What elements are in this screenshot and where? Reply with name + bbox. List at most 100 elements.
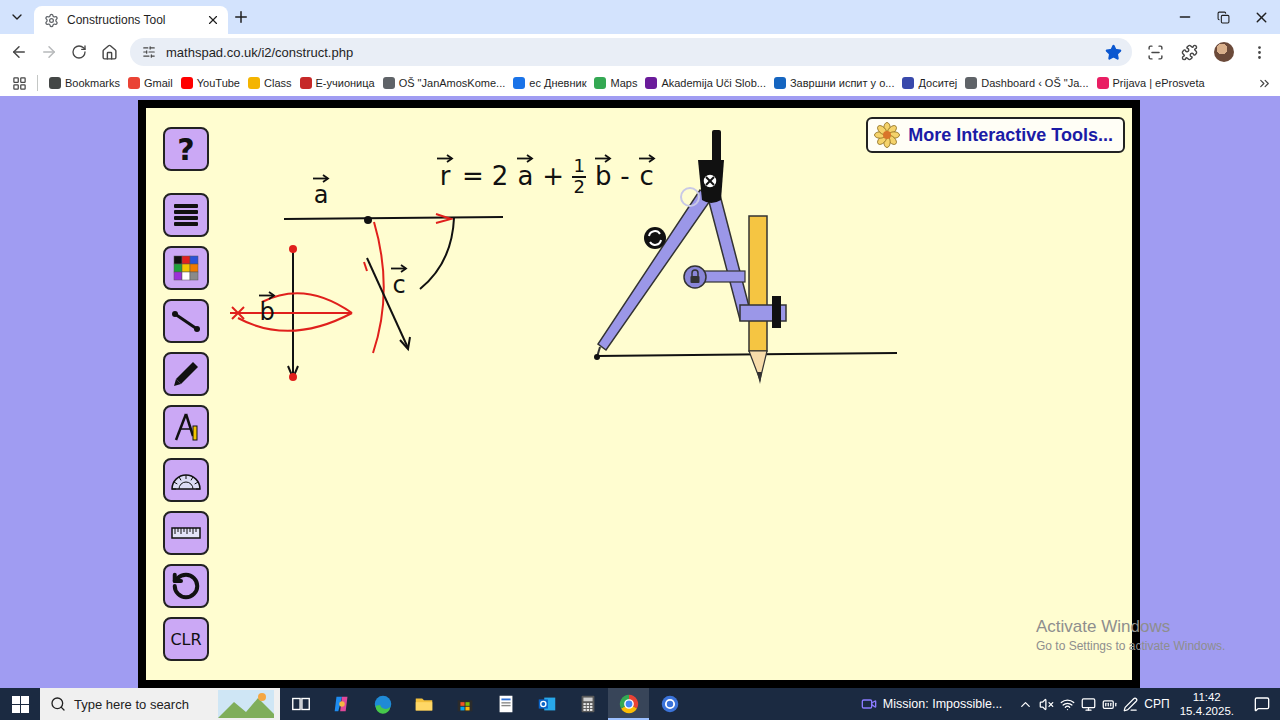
media-widget[interactable]: Mission: Impossible... <box>861 688 1002 720</box>
bookmark-label: YouTube <box>197 77 240 89</box>
bookmark[interactable]: Bookmarks <box>46 75 123 91</box>
cross-mark <box>232 307 244 319</box>
compass-tool-button[interactable] <box>163 405 209 449</box>
bookmark[interactable]: OŠ "JanAmosKome... <box>380 75 509 91</box>
lines-tool-button[interactable] <box>163 193 209 237</box>
compass-icon[interactable] <box>594 130 786 384</box>
bookmark[interactable]: Class <box>245 75 295 91</box>
bookmark[interactable]: Завршни испит у о... <box>771 75 898 91</box>
bookmark-label: Class <box>264 77 292 89</box>
back-button[interactable] <box>4 37 34 67</box>
edge-taskbar-button[interactable] <box>362 688 403 720</box>
chrome-taskbar-button[interactable] <box>608 688 649 720</box>
pencil-tool-button[interactable] <box>163 352 209 396</box>
browser-tab[interactable]: Constructions Tool <box>34 6 228 34</box>
tab-title: Constructions Tool <box>67 13 198 27</box>
language-indicator[interactable]: СРП <box>1144 697 1169 711</box>
favicon-icon <box>181 77 193 89</box>
search-placeholder: Type here to search <box>74 697 210 712</box>
clock-date: 15.4.2025. <box>1180 704 1234 718</box>
watermark-subtitle: Go to Settings to activate Windows. <box>1036 639 1225 653</box>
outlook-taskbar-button[interactable] <box>526 688 567 720</box>
favicon-icon <box>774 77 786 89</box>
help-tool-button[interactable]: ? <box>163 127 209 171</box>
equation-vector: c <box>638 154 656 189</box>
bookmark[interactable]: Prijava | eProsveta <box>1094 75 1208 91</box>
construction-canvas: ?CLRabcr=2a+12b-cMore Interactive Tools.… <box>138 100 1140 688</box>
clock[interactable]: 11:4215.4.2025. <box>1176 690 1238 719</box>
reload-button[interactable] <box>64 37 94 67</box>
calculator-taskbar-button[interactable] <box>567 688 608 720</box>
video-icon <box>861 696 877 712</box>
bookmark[interactable]: YouTube <box>178 75 243 91</box>
minimize-button[interactable] <box>1166 0 1204 34</box>
bookmark[interactable]: Akademija Uči Slob... <box>642 75 769 91</box>
app-taskbar-button[interactable] <box>649 688 690 720</box>
menu-button[interactable] <box>1244 37 1274 67</box>
url-text: mathspad.co.uk/i2/construct.php <box>166 45 1095 60</box>
close-icon[interactable] <box>206 13 220 27</box>
new-tab-button[interactable] <box>228 4 254 30</box>
equation-letter: a <box>517 163 533 189</box>
address-bar[interactable]: mathspad.co.uk/i2/construct.php <box>130 38 1132 66</box>
bookmark[interactable]: ес Дневник <box>510 75 589 91</box>
red-arc <box>373 222 384 353</box>
volume-icon[interactable] <box>1039 697 1054 712</box>
equation-symbol: + <box>542 163 564 189</box>
denominator: 2 <box>573 178 584 197</box>
arrow-right-icon <box>40 43 58 61</box>
taskview-taskbar-button[interactable] <box>280 688 321 720</box>
pencil-icon <box>169 357 203 391</box>
monitor-icon[interactable] <box>1081 697 1096 712</box>
bookmark[interactable]: Е-учионица <box>297 75 378 91</box>
calculator-icon <box>577 693 599 715</box>
notifications-button[interactable] <box>1244 688 1280 720</box>
colors-tool-button[interactable] <box>163 246 209 290</box>
bookmarks-bar: BookmarksGmail YouTube Class Е-учионицаOŠ "… <box>0 70 1280 96</box>
chevron-up-icon[interactable] <box>1018 697 1033 712</box>
bookmark[interactable]: Gmail <box>125 75 176 91</box>
bookmark-label: Akademija Uči Slob... <box>661 77 766 89</box>
extensions-button[interactable] <box>1174 37 1204 67</box>
toolbar-actions <box>1140 37 1274 67</box>
protractor-tool-button[interactable] <box>163 458 209 502</box>
apps-grid-icon[interactable] <box>12 76 27 91</box>
vector-letter: c <box>392 273 405 297</box>
equation-vector: a <box>516 154 534 189</box>
close-window-button[interactable] <box>1242 0 1280 34</box>
home-button[interactable] <box>94 37 124 67</box>
copilot-taskbar-button[interactable] <box>321 688 362 720</box>
bookmark[interactable]: Доситеј <box>899 75 960 91</box>
star-icon[interactable] <box>1105 44 1122 61</box>
more-tools-button[interactable]: More Interactive Tools... <box>866 117 1125 153</box>
scan-button[interactable] <box>1140 37 1170 67</box>
taskbar-search[interactable]: Type here to search <box>40 688 280 720</box>
start-button[interactable] <box>0 688 40 720</box>
store-taskbar-button[interactable] <box>444 688 485 720</box>
notepad-taskbar-button[interactable] <box>485 688 526 720</box>
equation-symbol: - <box>620 163 629 189</box>
more-bookmarks-button[interactable] <box>1257 76 1272 91</box>
undo-tool-button[interactable] <box>163 564 209 608</box>
flower-logo-icon <box>874 122 900 148</box>
pen-icon[interactable] <box>1123 697 1138 712</box>
drawing-canvas[interactable] <box>209 108 1132 678</box>
wifi-icon[interactable] <box>1060 697 1075 712</box>
explorer-taskbar-button[interactable] <box>403 688 444 720</box>
battery-icon[interactable] <box>1102 697 1117 712</box>
bookmark[interactable]: Dashboard ‹ OŠ "Ja... <box>962 75 1091 91</box>
favicon-icon <box>594 77 606 89</box>
ruler-tool-button[interactable] <box>163 511 209 555</box>
bookmark-label: Prijava | eProsveta <box>1113 77 1205 89</box>
rotate-handle-icon[interactable] <box>644 227 666 249</box>
clear-tool-button[interactable]: CLR <box>163 617 209 661</box>
point <box>289 373 297 381</box>
task-view-icon <box>290 693 312 715</box>
site-settings-icon[interactable] <box>142 45 156 59</box>
profile-avatar[interactable] <box>1214 42 1234 62</box>
restore-button[interactable] <box>1204 0 1242 34</box>
forward-button[interactable] <box>34 37 64 67</box>
bookmark[interactable]: Maps <box>591 75 640 91</box>
tab-search-button[interactable] <box>4 4 30 30</box>
segment-tool-button[interactable] <box>163 299 209 343</box>
